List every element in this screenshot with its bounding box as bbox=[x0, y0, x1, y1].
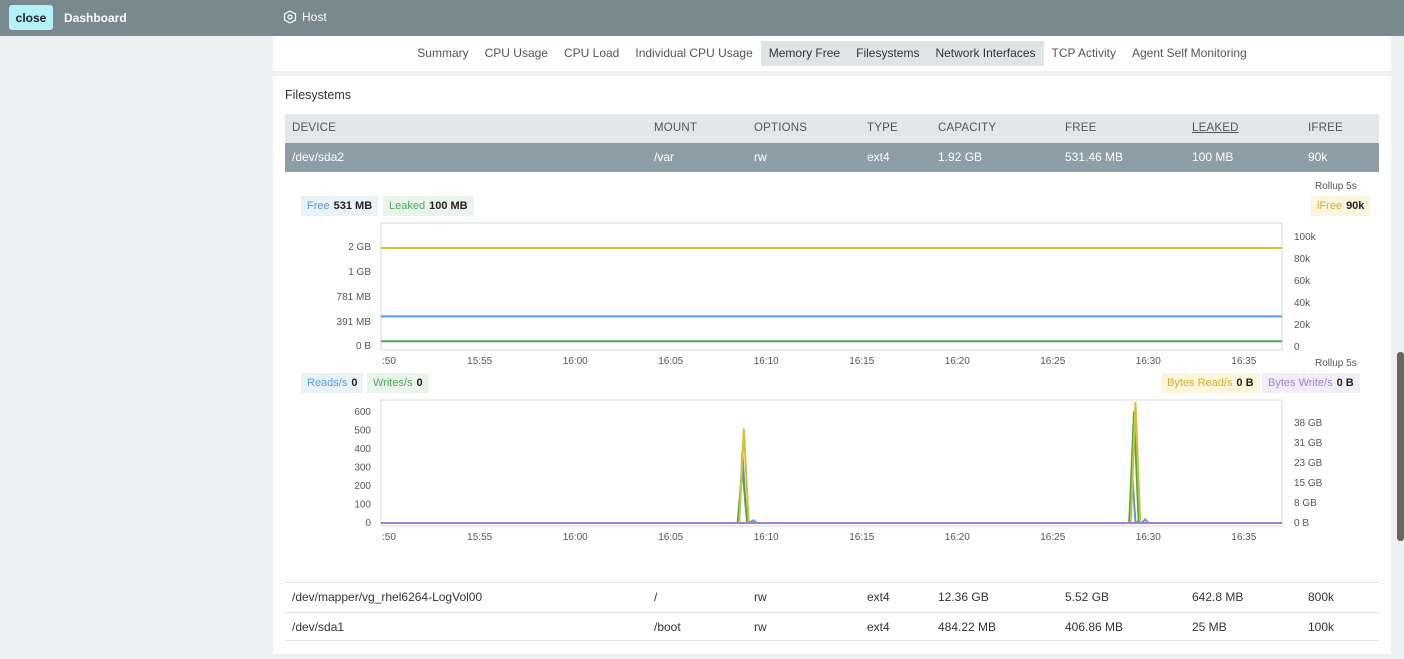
chart2-y-right-tick: 15 GB bbox=[1294, 478, 1323, 489]
chart1-y-right-tick: 20k bbox=[1294, 320, 1311, 331]
chart2-x-tick: 15:55 bbox=[467, 532, 492, 543]
tab-filesystems[interactable]: Filesystems bbox=[848, 41, 928, 66]
chart2-x-tick: 16:30 bbox=[1136, 532, 1161, 543]
vertical-scrollbar[interactable] bbox=[1397, 352, 1404, 541]
chart1-x-tick: 16:05 bbox=[658, 356, 683, 367]
tab-cpu-usage[interactable]: CPU Usage bbox=[477, 41, 556, 66]
chart1-x-tick: :50 bbox=[382, 356, 396, 367]
chart1-x-tick: 16:25 bbox=[1040, 356, 1065, 367]
chart1-y-right-tick: 100k bbox=[1294, 232, 1317, 243]
chart2-y-left-tick: 500 bbox=[354, 426, 371, 437]
chart1-y-left-tick: 781 MB bbox=[337, 292, 372, 303]
chart2-y-left-tick: 400 bbox=[354, 444, 371, 455]
chart2-y-right-tick: 0 B bbox=[1294, 518, 1309, 529]
charts-svg: 0 B 391 MB 781 MB 1 GB 2 GB 0 20k 40k 60k 80k 100k… bbox=[337, 222, 1323, 543]
host-icon bbox=[283, 10, 297, 24]
chart2-x-tick: :50 bbox=[382, 532, 396, 543]
chart2-y-left-tick: 0 bbox=[365, 518, 371, 529]
chart2-y-right-tick: 38 GB bbox=[1294, 418, 1323, 429]
tab-cpu-load[interactable]: CPU Load bbox=[556, 41, 627, 66]
chart1-x-tick: 16:30 bbox=[1136, 356, 1161, 367]
chart1-x-tick: 16:10 bbox=[754, 356, 779, 367]
chart1-x-tick: 16:35 bbox=[1231, 356, 1256, 367]
chart2-y-left-tick: 100 bbox=[354, 500, 371, 511]
chart2-y-left-tick: 200 bbox=[354, 481, 371, 492]
tab-bar: Summary CPU Usage CPU Load Individual CP… bbox=[273, 41, 1391, 66]
tabs-card: Summary CPU Usage CPU Load Individual CP… bbox=[273, 36, 1391, 71]
chart2-frame bbox=[380, 399, 1283, 527]
chart2-y-right-tick: 8 GB bbox=[1294, 498, 1317, 509]
top-bar: close Dashboard Host bbox=[0, 0, 1404, 36]
chart2-y-right-tick: 31 GB bbox=[1294, 438, 1323, 449]
chart1-x-tick: 16:00 bbox=[563, 356, 588, 367]
chart2-x-tick: 16:00 bbox=[563, 532, 588, 543]
chart1-frame bbox=[380, 222, 1283, 351]
tab-agent-self-monitoring[interactable]: Agent Self Monitoring bbox=[1124, 41, 1255, 66]
chart2-x-tick: 16:10 bbox=[754, 532, 779, 543]
tab-individual-cpu-usage[interactable]: Individual CPU Usage bbox=[627, 41, 760, 66]
chart1-y-right-tick: 0 bbox=[1294, 342, 1300, 353]
chart2-y-left-tick: 600 bbox=[354, 407, 371, 418]
chart2-y-right-tick: 23 GB bbox=[1294, 458, 1323, 469]
chart2-y-left-tick: 300 bbox=[354, 463, 371, 474]
chart1-y-left-tick: 0 B bbox=[356, 341, 371, 352]
host-label: Host bbox=[302, 10, 327, 24]
chart1-x-tick: 16:15 bbox=[849, 356, 874, 367]
chart1-y-right-tick: 80k bbox=[1294, 254, 1311, 265]
tab-tcp-activity[interactable]: TCP Activity bbox=[1044, 41, 1124, 66]
chart1-y-left-tick: 2 GB bbox=[348, 242, 371, 253]
tab-network-interfaces[interactable]: Network Interfaces bbox=[927, 41, 1044, 66]
tab-summary[interactable]: Summary bbox=[409, 41, 476, 66]
close-button[interactable]: close bbox=[9, 5, 53, 30]
chart2-x-tick: 16:20 bbox=[945, 532, 970, 543]
chart1-x-tick: 16:20 bbox=[945, 356, 970, 367]
host-breadcrumb[interactable]: Host bbox=[283, 10, 327, 24]
tab-memory-free[interactable]: Memory Free bbox=[760, 41, 849, 66]
chart1-x-tick: 15:55 bbox=[467, 356, 492, 367]
filesystems-panel: Filesystems DEVICE MOUNT OPTIONS TYPE CA… bbox=[273, 76, 1391, 654]
chart2-x-tick: 16:05 bbox=[658, 532, 683, 543]
dashboard-link[interactable]: Dashboard bbox=[64, 11, 127, 25]
chart1-y-left-tick: 1 GB bbox=[348, 267, 371, 278]
chart1-y-left-tick: 391 MB bbox=[337, 317, 372, 328]
chart1-y-right-tick: 40k bbox=[1294, 298, 1311, 309]
chart2-x-tick: 16:25 bbox=[1040, 532, 1065, 543]
chart1-y-right-tick: 60k bbox=[1294, 276, 1311, 287]
chart2-x-tick: 16:35 bbox=[1231, 532, 1256, 543]
chart2-x-tick: 16:15 bbox=[849, 532, 874, 543]
